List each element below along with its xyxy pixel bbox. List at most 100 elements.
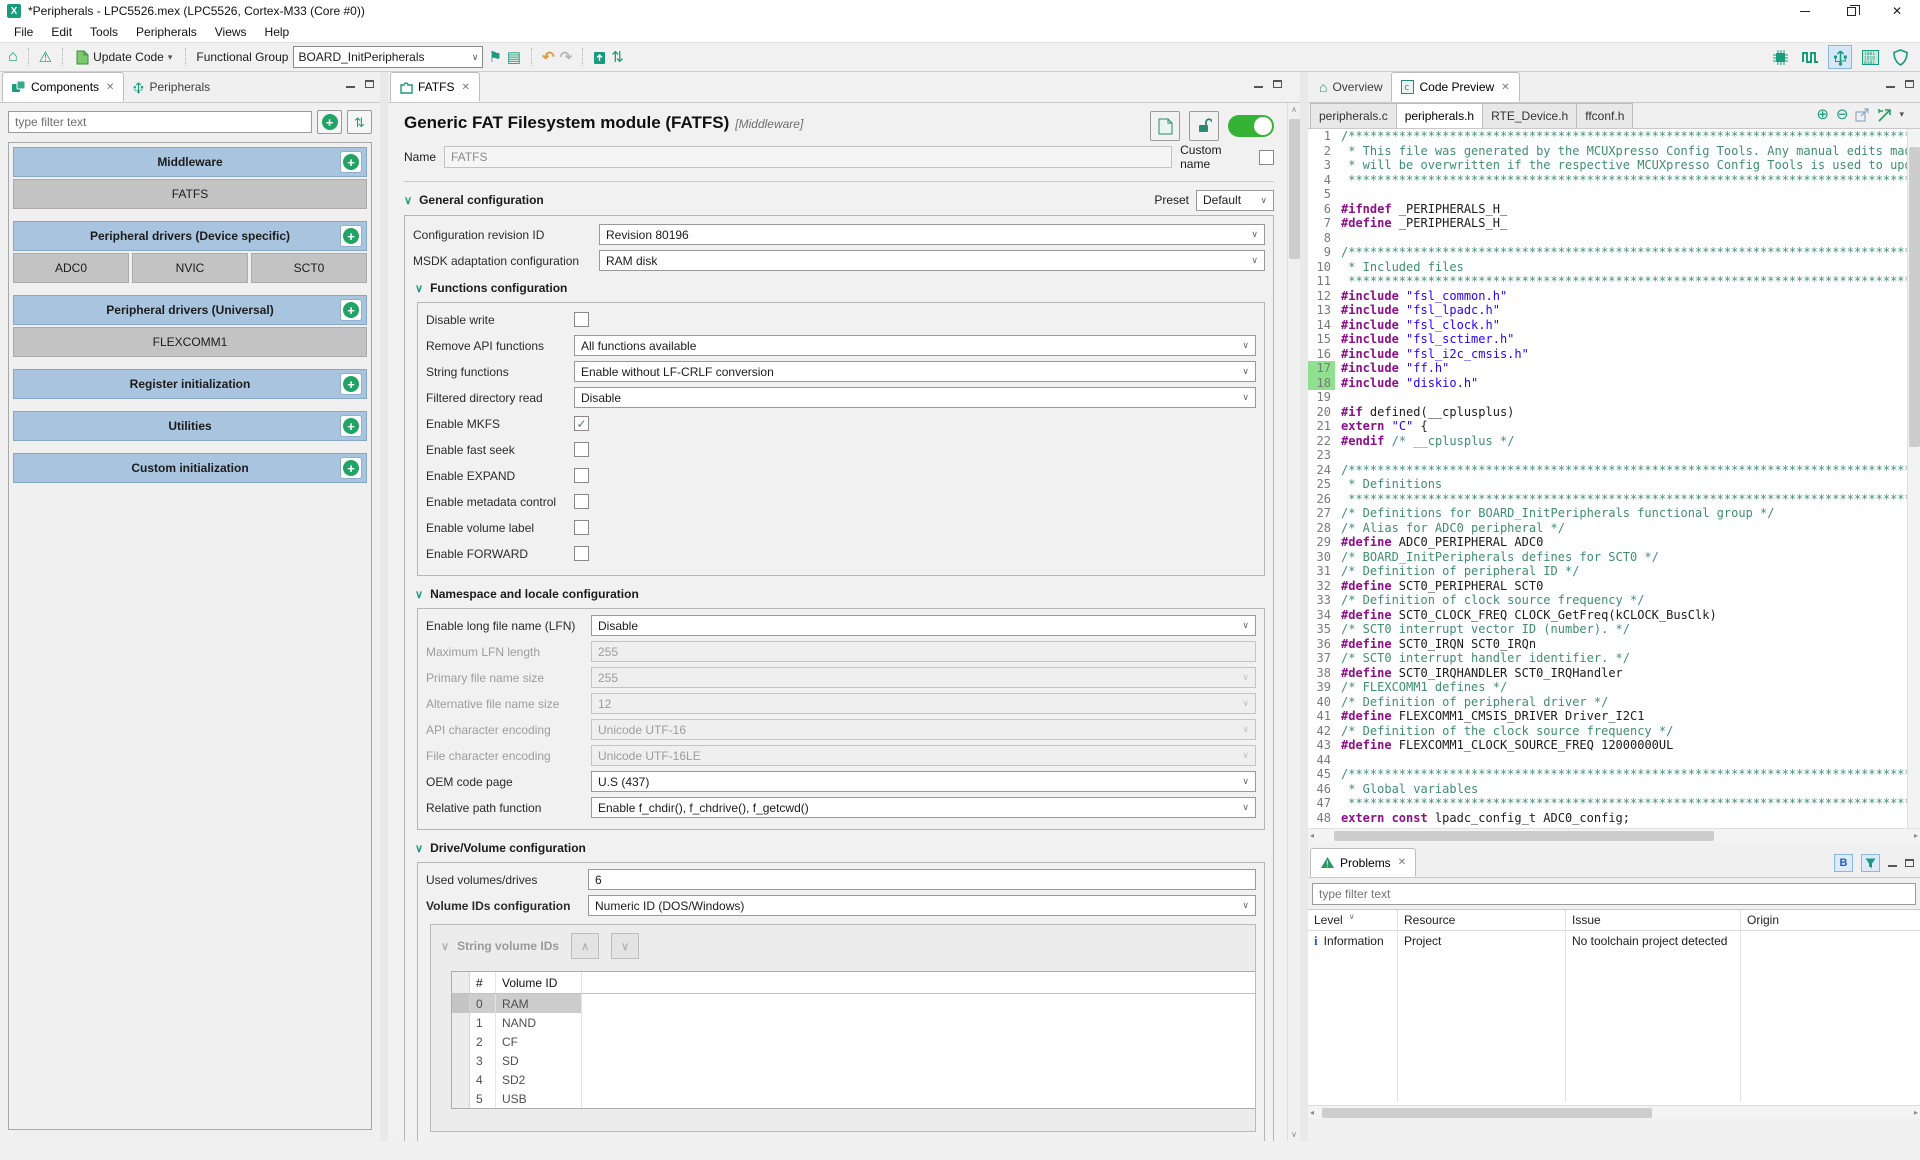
checkbox[interactable] [574,468,589,483]
component-enabled-toggle[interactable] [1228,115,1274,137]
dropdown[interactable]: Enable f_chdir(), f_chdrive(), f_getcwd(… [591,797,1256,818]
file-tab-peripherals-h[interactable]: peripherals.h [1396,103,1483,128]
menu-views[interactable]: Views [206,23,256,41]
filter-funnel-icon[interactable] [1861,854,1880,872]
table-row[interactable]: 0RAM [452,994,1256,1013]
redo-icon[interactable]: ↷ [560,50,573,65]
table-row[interactable]: 5USB [452,1089,1256,1108]
move-up-button[interactable]: ∧ [571,933,599,959]
preset-select[interactable]: Default∨ [1196,190,1274,211]
security-tool-icon[interactable] [1888,45,1912,69]
dropdown[interactable]: All functions available∨ [574,335,1256,356]
editor-vertical-scrollbar[interactable]: ∧ ∨ [1287,103,1300,1141]
checkbox[interactable] [574,494,589,509]
code-editor[interactable]: 1/**************************************… [1308,129,1920,828]
text-input[interactable]: 6 [588,869,1256,890]
problems-horizontal-scrollbar[interactable]: ◂ ▸ [1308,1105,1920,1119]
scroll-left-icon[interactable]: ◂ [1310,829,1314,842]
scroll-left-icon[interactable]: ◂ [1310,1106,1314,1119]
file-tab-peripherals-c[interactable]: peripherals.c [1310,103,1397,128]
peripherals-tool-icon[interactable] [1828,45,1852,69]
scrollbar-thumb[interactable] [1322,1108,1652,1118]
column-header-resource[interactable]: Resource [1398,910,1566,930]
table-row[interactable]: 2CF [452,1032,1256,1051]
chevron-down-icon[interactable]: ∨ [415,842,423,855]
update-code-button[interactable]: Update Code ▾ [73,48,175,67]
tab-peripherals[interactable]: Peripherals [124,72,219,102]
component-group-header[interactable]: Peripheral drivers (Device specific)+ [13,221,367,251]
pins-tool-icon[interactable] [1768,45,1792,69]
lock-button[interactable] [1189,111,1219,141]
column-header-issue[interactable]: Issue [1566,910,1741,930]
add-component-button[interactable]: + [317,110,342,134]
add-component-button[interactable]: + [340,151,362,173]
file-tab-rte_device-h[interactable]: RTE_Device.h [1482,103,1577,128]
home-icon[interactable]: ⌂ [8,49,18,65]
column-header-origin[interactable]: Origin [1741,910,1920,930]
dropdown[interactable]: RAM disk∨ [599,250,1265,271]
component-item-fatfs[interactable]: FATFS [13,179,367,209]
code-vertical-scrollbar[interactable] [1907,129,1920,828]
menu-help[interactable]: Help [256,23,299,41]
import-icon[interactable] [593,50,606,65]
tab-code-preview[interactable]: c Code Preview ✕ [1391,72,1519,102]
chevron-down-icon[interactable]: ∨ [415,588,423,601]
flag-icon[interactable]: ⚑ [488,50,501,65]
column-header-level[interactable]: Level∨ [1308,910,1398,930]
checkbox[interactable] [574,442,589,457]
tab-overview[interactable]: ⌂ Overview [1310,72,1391,102]
components-filter-input[interactable] [8,111,312,133]
close-button[interactable]: ✕ [1874,0,1920,22]
component-group-header[interactable]: Peripheral drivers (Universal)+ [13,295,367,325]
add-component-button[interactable]: + [340,299,362,321]
caret-down-icon[interactable]: ▾ [1899,109,1904,120]
component-group-header[interactable]: Register initialization+ [13,369,367,399]
dropdown[interactable]: Numeric ID (DOS/Windows)∨ [588,895,1256,916]
minimize-button[interactable] [1782,0,1828,22]
checkbox[interactable] [574,520,589,535]
scroll-right-icon[interactable]: ▸ [1914,829,1918,842]
scroll-up-icon[interactable]: ∧ [1288,103,1300,116]
minimize-panel-icon[interactable] [346,86,355,88]
menu-peripherals[interactable]: Peripherals [127,23,206,41]
menu-tools[interactable]: Tools [81,23,127,41]
scroll-right-icon[interactable]: ▸ [1914,1106,1918,1119]
zoom-in-icon[interactable]: ⊕ [1816,107,1829,122]
clocks-tool-icon[interactable] [1798,45,1822,69]
add-component-button[interactable]: + [340,225,362,247]
add-component-button[interactable]: + [340,457,362,479]
sort-icon[interactable]: ⇅ [611,50,624,65]
component-group-header[interactable]: Custom initialization+ [13,453,367,483]
scrollbar-thumb[interactable] [1289,119,1300,259]
minimize-panel-icon[interactable] [1254,86,1263,88]
scrollbar-thumb[interactable] [1909,147,1920,447]
checkbox[interactable] [574,546,589,561]
maximize-panel-icon[interactable] [1905,80,1914,88]
undo-icon[interactable]: ↶ [542,50,555,65]
maximize-panel-icon[interactable] [365,80,374,88]
dropdown[interactable]: Unicode UTF-16∨ [591,719,1256,740]
maximize-panel-icon[interactable] [1905,859,1914,867]
restore-button[interactable] [1828,0,1874,22]
minimize-panel-icon[interactable] [1886,86,1895,88]
sort-components-button[interactable]: ⇅ [347,110,372,134]
add-component-button[interactable]: + [340,415,362,437]
menu-edit[interactable]: Edit [42,23,81,41]
problems-filter-input[interactable] [1312,883,1916,905]
dropdown[interactable]: Disable∨ [574,387,1256,408]
panel-sash[interactable] [380,72,388,1141]
dropdown[interactable]: Disable∨ [591,615,1256,636]
name-field[interactable]: FATFS [444,146,1172,168]
dropdown[interactable]: Unicode UTF-16LE∨ [591,745,1256,766]
toggle-b-button[interactable]: B [1834,854,1853,872]
functional-group-select[interactable]: BOARD_InitPeripherals ∨ [293,46,483,68]
code-horizontal-scrollbar[interactable]: ◂ ▸ [1308,828,1920,842]
export-code-icon[interactable] [1855,108,1870,122]
chevron-down-icon[interactable]: ∨ [415,282,423,295]
add-component-button[interactable]: + [340,373,362,395]
component-group-header[interactable]: Middleware+ [13,147,367,177]
dropdown[interactable]: 255∨ [591,667,1256,688]
memory-tool-icon[interactable]: 100110100101 [1858,45,1882,69]
chevron-down-icon[interactable]: ∨ [404,194,412,207]
problem-row[interactable]: iInformationProjectNo toolchain project … [1308,931,1920,950]
